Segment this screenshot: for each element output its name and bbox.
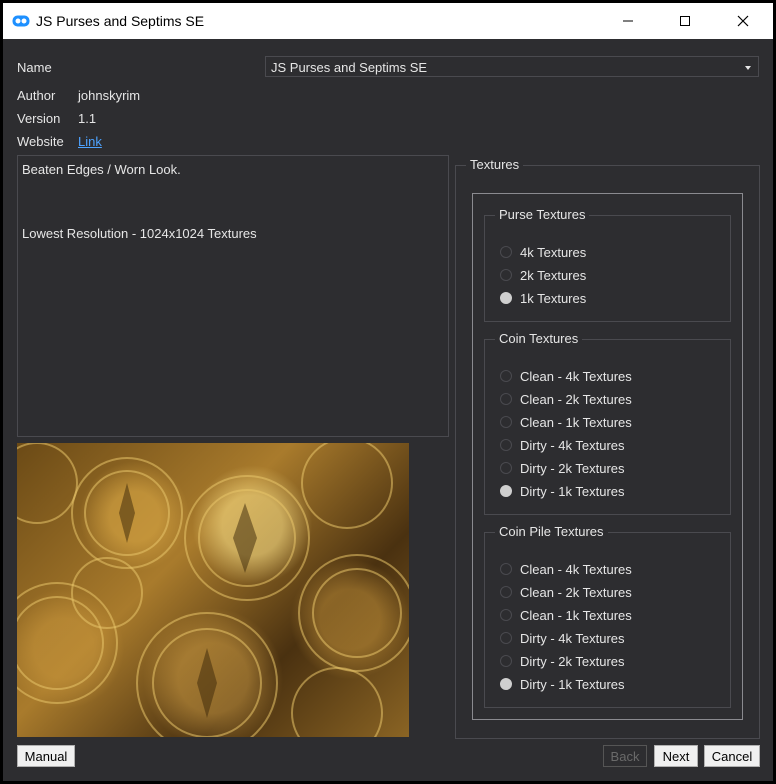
website-label: Website	[17, 134, 64, 149]
pile-option-dirty-1k[interactable]: Dirty - 1k Textures	[500, 675, 625, 693]
coin-option-clean-4k[interactable]: Clean - 4k Textures	[500, 367, 632, 385]
coin-option-clean-1k[interactable]: Clean - 1k Textures	[500, 413, 632, 431]
chevron-down-icon	[745, 66, 751, 70]
pile-option-dirty-4k[interactable]: Dirty - 4k Textures	[500, 629, 625, 647]
close-button[interactable]	[714, 3, 772, 39]
radio-icon	[500, 609, 512, 621]
radio-selected-icon	[500, 678, 512, 690]
version-label: Version	[17, 111, 61, 126]
coin-option-dirty-2k[interactable]: Dirty - 2k Textures	[500, 459, 625, 477]
installer-window: JS Purses and Septims SE Name JS Purses …	[3, 3, 773, 781]
author-value: johnskyrim	[78, 88, 141, 103]
coin-textures-group: Coin Textures Clean - 4k Textures Clean …	[484, 331, 731, 515]
website-link[interactable]: Link	[78, 134, 102, 149]
description-line-1: Beaten Edges / Worn Look.	[22, 162, 181, 177]
name-label: Name	[17, 60, 52, 75]
minimize-icon	[623, 20, 633, 22]
radio-icon	[500, 269, 512, 281]
radio-icon	[500, 563, 512, 575]
coin-pile-textures-label: Coin Pile Textures	[495, 524, 608, 539]
radio-icon	[500, 246, 512, 258]
next-button[interactable]: Next	[654, 745, 698, 767]
description-line-2: Lowest Resolution - 1024x1024 Textures	[22, 226, 257, 241]
minimize-button[interactable]	[599, 3, 657, 39]
radio-selected-icon	[500, 292, 512, 304]
title-bar: JS Purses and Septims SE	[3, 3, 773, 39]
radio-icon	[500, 393, 512, 405]
radio-icon	[500, 586, 512, 598]
pile-option-clean-1k[interactable]: Clean - 1k Textures	[500, 606, 632, 624]
radio-icon	[500, 655, 512, 667]
coin-option-clean-2k[interactable]: Clean - 2k Textures	[500, 390, 632, 408]
coin-option-dirty-4k[interactable]: Dirty - 4k Textures	[500, 436, 625, 454]
pile-option-clean-2k[interactable]: Clean - 2k Textures	[500, 583, 632, 601]
pile-option-clean-4k[interactable]: Clean - 4k Textures	[500, 560, 632, 578]
purse-textures-label: Purse Textures	[495, 207, 590, 222]
maximize-icon	[680, 16, 690, 26]
purse-textures-group: Purse Textures 4k Textures 2k Textures 1…	[484, 207, 731, 322]
radio-icon	[500, 632, 512, 644]
radio-icon	[500, 416, 512, 428]
author-label: Author	[17, 88, 56, 103]
coin-pile-textures-group: Coin Pile Textures Clean - 4k Textures C…	[484, 524, 731, 708]
pile-option-dirty-2k[interactable]: Dirty - 2k Textures	[500, 652, 625, 670]
radio-icon	[500, 370, 512, 382]
coin-textures-label: Coin Textures	[495, 331, 583, 346]
window-title: JS Purses and Septims SE	[36, 13, 205, 29]
version-value: 1.1	[78, 111, 97, 126]
coin-pile-image	[17, 443, 409, 737]
coin-option-dirty-1k[interactable]: Dirty - 1k Textures	[500, 482, 625, 500]
coins-graphic	[17, 443, 409, 737]
cancel-button[interactable]: Cancel	[704, 745, 760, 767]
radio-icon	[500, 439, 512, 451]
purse-option-4k[interactable]: 4k Textures	[500, 243, 586, 261]
textures-label: Textures	[466, 157, 524, 172]
radio-icon	[500, 462, 512, 474]
description-box[interactable]: Beaten Edges / Worn Look. Lowest Resolut…	[17, 155, 449, 437]
name-select-value: JS Purses and Septims SE	[271, 60, 428, 75]
radio-selected-icon	[500, 485, 512, 497]
close-icon	[737, 15, 749, 27]
manual-button[interactable]: Manual	[17, 745, 75, 767]
name-select[interactable]: JS Purses and Septims SE	[265, 56, 759, 77]
purse-option-1k[interactable]: 1k Textures	[500, 289, 586, 307]
purse-option-2k[interactable]: 2k Textures	[500, 266, 586, 284]
maximize-button[interactable]	[656, 3, 714, 39]
app-icon	[12, 14, 30, 31]
back-button[interactable]: Back	[603, 745, 647, 767]
